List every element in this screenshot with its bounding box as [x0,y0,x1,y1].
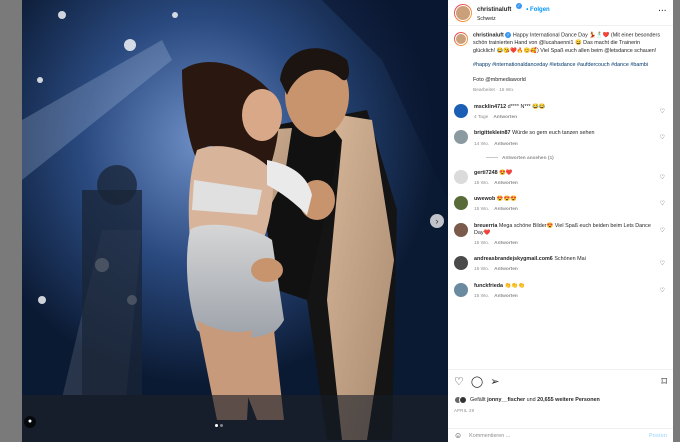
reply-button[interactable]: Antworten [493,115,517,120]
verified-icon: ✓ [515,3,522,10]
comment-like-heart-icon[interactable]: ♡ [660,227,665,234]
modal-backdrop-left[interactable] [0,0,22,442]
comment-item: gerti7248 😍❤️ 15 Wo. Antworten ♡ [454,169,667,187]
commenter-avatar[interactable] [454,130,468,145]
comment-text: Schönen Mai [554,256,586,263]
caption-hashtags[interactable]: #happy #internationaldanceday #letsdance… [473,62,661,70]
reply-button[interactable]: Antworten [494,241,518,246]
comment-text: 😍😍😍 [496,196,517,203]
commenter-avatar[interactable] [454,169,468,184]
comment-username[interactable]: gerti7248 [474,170,498,176]
caption-username[interactable]: christinaluft [473,32,504,38]
liker-avatar [459,396,467,404]
reply-button[interactable]: Antworten [494,181,518,186]
commenter-avatar[interactable] [454,103,468,118]
comment-username[interactable]: andreasbrandejskygmail.com6 [474,256,553,262]
post-date: APRIL 29 [454,408,475,413]
reply-button[interactable]: Antworten [494,142,518,147]
comment-item: funckfrieda 👏👏👏 15 Wo. Antworten ♡ [454,282,667,300]
modal-backdrop-right[interactable] [673,0,680,442]
comment-username[interactable]: brigittekleín87 [474,130,511,136]
add-comment-bar: ☺ Kommentieren ... Posten [448,428,673,442]
post-comment-button[interactable]: Posten [649,433,667,439]
likes-prefix: Gefällt [470,397,486,403]
comment-text: Würde so gern euch tanzen sehen [512,130,595,137]
follow-button[interactable]: Folgen [530,7,550,13]
reply-button[interactable]: Antworten [494,207,518,212]
comment-like-heart-icon[interactable]: ♡ [660,134,665,141]
likes-count-link[interactable]: 20,655 weitere Personen [537,397,600,403]
comment-item: uwewob 😍😍😍 15 Wo. Antworten ♡ [454,196,667,213]
paper-plane-icon[interactable]: ➢ [490,375,499,389]
comment-text: 👏👏👏 [504,282,525,289]
comment-icon[interactable]: ◯ [471,375,483,389]
comment-text: d**** N*** 😂😂 [507,103,546,110]
post-photo: › ● [22,0,448,442]
comment-username[interactable]: breuerria [474,223,497,229]
caption-edited: Bearbeitet · 15 Wo. [473,88,515,94]
comment-item: brigittekleín87 Würde so gern euch tanze… [454,130,667,147]
view-replies-button[interactable]: Antworten ansehen (1) [486,156,667,161]
comments-list[interactable]: christinaluft ✓ Happy International Danc… [448,26,673,369]
comment-age: 15 Wo. [474,267,490,273]
comment-item: mscklin4712 d**** N*** 😂😂 4 Tage Antworten… [454,103,667,121]
bookmark-icon[interactable]: ⌑ [661,375,667,389]
comment-username[interactable]: uwewob [474,196,495,202]
carousel-dots [215,424,223,427]
heart-icon[interactable]: ♡ [454,375,464,389]
carousel-dot [215,424,218,427]
more-options-icon[interactable]: ··· [659,8,668,15]
comment-age: 15 Wo. [474,293,490,299]
comment-like-heart-icon[interactable]: ♡ [660,260,665,267]
verified-icon: ✓ [505,32,512,38]
carousel-next-button[interactable]: › [430,214,444,228]
comment-age: 15 Wo. [474,207,490,213]
comment-item: breuerria Mega schöne Bilder😍 Viel Spaß … [454,222,667,248]
caption-author-avatar[interactable] [454,32,468,46]
comment-age: 4 Tage [474,115,489,121]
caption-credit: Foto @mbmediaworld [473,76,526,83]
reply-button[interactable]: Antworten [494,294,518,299]
comment-input[interactable]: Kommentieren ... [469,433,510,439]
post-header: christinaluft ✓ • Folgen Schweiz ··· [448,0,673,26]
comment-age: 15 Wo. [474,181,490,186]
caption: christinaluft ✓ Happy International Danc… [454,32,667,95]
comment-text: 😍❤️ [499,169,513,176]
carousel-dot [220,424,223,427]
likes-summary: Gefällt jonny__fischer und 20,655 weiter… [454,396,667,404]
post-details-panel: christinaluft ✓ • Folgen Schweiz ··· chr… [448,0,673,442]
author-avatar[interactable] [454,3,472,22]
comment-username[interactable]: mscklin4712 [474,104,506,110]
comment-age: 14 Wo. [474,141,490,147]
commenter-avatar[interactable] [454,256,468,271]
post-location[interactable]: Schweiz [477,15,550,24]
comment-item: andreasbrandejskygmail.com6 Schönen Mai 1… [454,256,667,273]
comment-username[interactable]: funckfrieda [474,283,503,289]
comment-like-heart-icon[interactable]: ♡ [660,287,665,294]
author-username[interactable]: christinaluft [477,7,511,13]
user-tag-icon[interactable]: ● [24,416,36,428]
comment-like-heart-icon[interactable]: ♡ [660,108,665,115]
dancers-photo [22,0,448,442]
comment-like-heart-icon[interactable]: ♡ [660,200,665,207]
action-bar: ♡ ◯ ➢ ⌑ Gefällt jonny__fischer und 20,65… [448,369,673,413]
likes-user-link[interactable]: jonny__fischer [487,397,525,403]
comment-age: 15 Wo. [474,241,490,247]
likes-mid: und [526,397,536,403]
commenter-avatar[interactable] [454,222,468,237]
comment-like-heart-icon[interactable]: ♡ [660,174,665,181]
commenter-avatar[interactable] [454,282,468,297]
reply-button[interactable]: Antworten [494,267,518,272]
comment-text: Mega schöne Bilder😍 Viel Spaß euch beide… [474,222,651,236]
emoji-icon[interactable]: ☺ [454,431,462,440]
commenter-avatar[interactable] [454,196,468,211]
